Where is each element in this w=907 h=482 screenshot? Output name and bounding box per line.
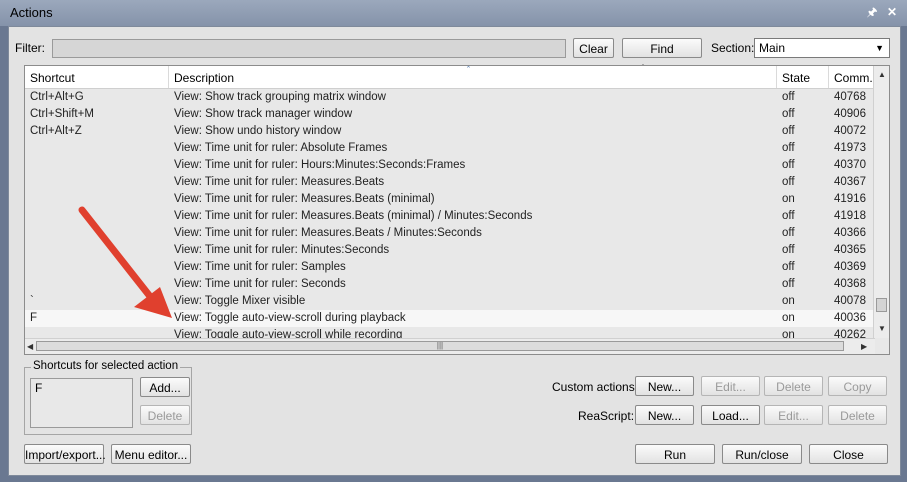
arrow-head: [134, 287, 172, 318]
annotation-arrow: [78, 206, 172, 318]
actions-window: Actions 🖈 ✕ Filter: Clear Find shortcut.…: [0, 0, 907, 482]
arrow-shaft: [78, 206, 160, 308]
